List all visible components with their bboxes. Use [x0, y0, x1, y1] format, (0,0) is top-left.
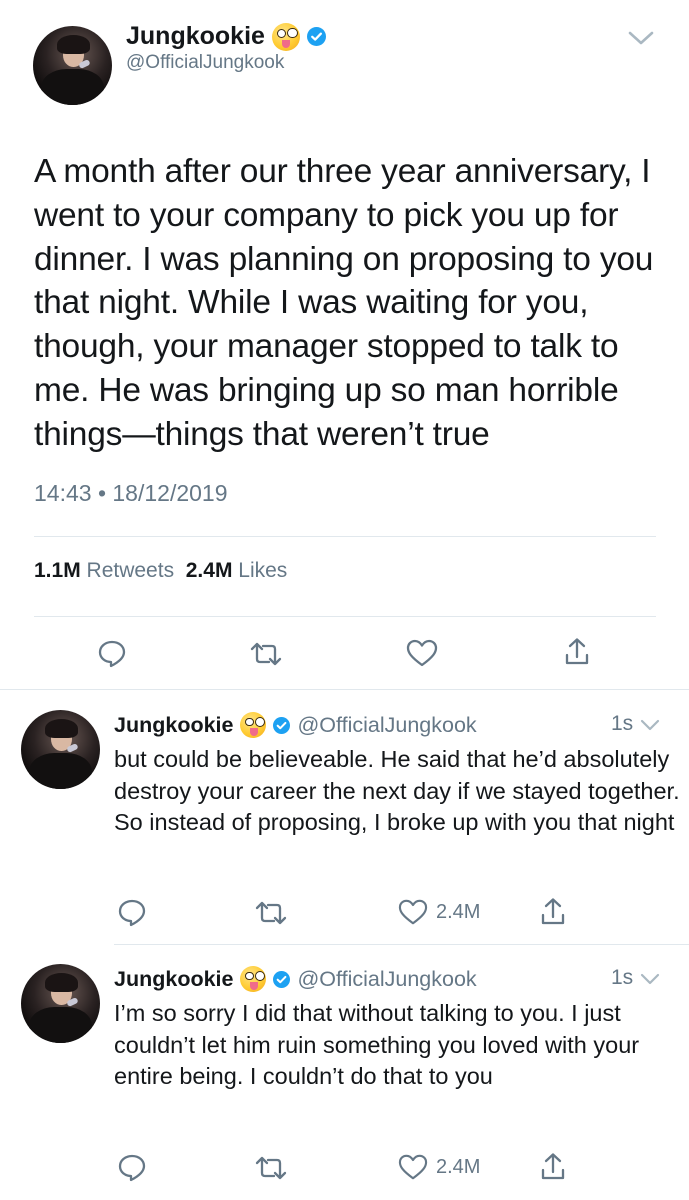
author-name-row: Jungkookie [126, 22, 326, 51]
reply-header: Jungkookie @OfficialJungkook [114, 964, 477, 994]
verified-badge-icon [306, 27, 326, 46]
action-bar: 2.4M [0, 1151, 689, 1191]
chevron-down-icon[interactable] [639, 972, 661, 987]
retweet-icon[interactable] [248, 639, 284, 669]
like-count[interactable]: 2.4M [436, 901, 480, 924]
reply-icon[interactable] [116, 896, 148, 928]
user-handle[interactable]: @OfficialJungkook [297, 967, 476, 992]
engagement-stats: 1.1M Retweets 2.4M Likes [34, 559, 287, 583]
zany-face-emoji-icon [240, 966, 267, 992]
user-handle[interactable]: @OfficialJungkook [126, 52, 284, 74]
zany-face-emoji-icon [240, 712, 267, 738]
zany-face-emoji-icon [271, 22, 300, 51]
retweets-count[interactable]: 1.1M [34, 559, 81, 582]
like-icon[interactable] [397, 1153, 429, 1181]
divider [114, 944, 689, 945]
tweet-time[interactable]: 1s [611, 712, 633, 736]
like-count[interactable]: 2.4M [436, 1156, 480, 1179]
tweet-text: but could be believeable. He said that h… [114, 746, 680, 835]
like-icon[interactable] [397, 898, 429, 926]
reply-tweet[interactable]: Jungkookie @OfficialJungkook 1s I’m so s… [0, 964, 689, 1200]
tweet-timestamp[interactable]: 14:43 • 18/12/2019 [34, 480, 228, 507]
share-icon[interactable] [538, 1151, 568, 1183]
verified-badge-icon [273, 970, 291, 988]
avatar[interactable] [21, 710, 100, 789]
tweet-text: I’m so sorry I did that without talking … [114, 1000, 640, 1089]
display-name[interactable]: Jungkookie [126, 22, 265, 51]
display-name[interactable]: Jungkookie [114, 967, 233, 992]
tweet-text: A month after our three year anniversary… [34, 153, 654, 453]
divider [34, 536, 656, 537]
chevron-down-icon[interactable] [639, 718, 661, 733]
divider [34, 616, 656, 617]
share-icon[interactable] [562, 636, 592, 668]
tweet-thread: Jungkookie @OfficialJungkook A month aft… [0, 0, 689, 1200]
main-tweet: Jungkookie @OfficialJungkook A month aft… [0, 0, 689, 690]
like-icon[interactable] [405, 638, 439, 668]
reply-tweet[interactable]: Jungkookie @OfficialJungkook 1s but coul… [0, 710, 689, 945]
retweet-icon[interactable] [253, 1153, 289, 1183]
reply-header: Jungkookie @OfficialJungkook [114, 710, 477, 740]
chevron-down-icon[interactable] [626, 28, 656, 48]
action-bar: 2.4M [0, 896, 689, 936]
likes-count[interactable]: 2.4M [186, 559, 233, 582]
share-icon[interactable] [538, 896, 568, 928]
user-handle[interactable]: @OfficialJungkook [297, 713, 476, 738]
avatar[interactable] [21, 964, 100, 1043]
reply-icon[interactable] [96, 637, 128, 669]
likes-label[interactable]: Likes [238, 559, 287, 582]
display-name[interactable]: Jungkookie [114, 713, 233, 738]
verified-badge-icon [273, 716, 291, 734]
retweets-label[interactable]: Retweets [87, 559, 175, 582]
reply-icon[interactable] [116, 1151, 148, 1183]
avatar[interactable] [33, 26, 112, 105]
tweet-time[interactable]: 1s [611, 966, 633, 990]
divider [0, 689, 689, 690]
retweet-icon[interactable] [253, 898, 289, 928]
